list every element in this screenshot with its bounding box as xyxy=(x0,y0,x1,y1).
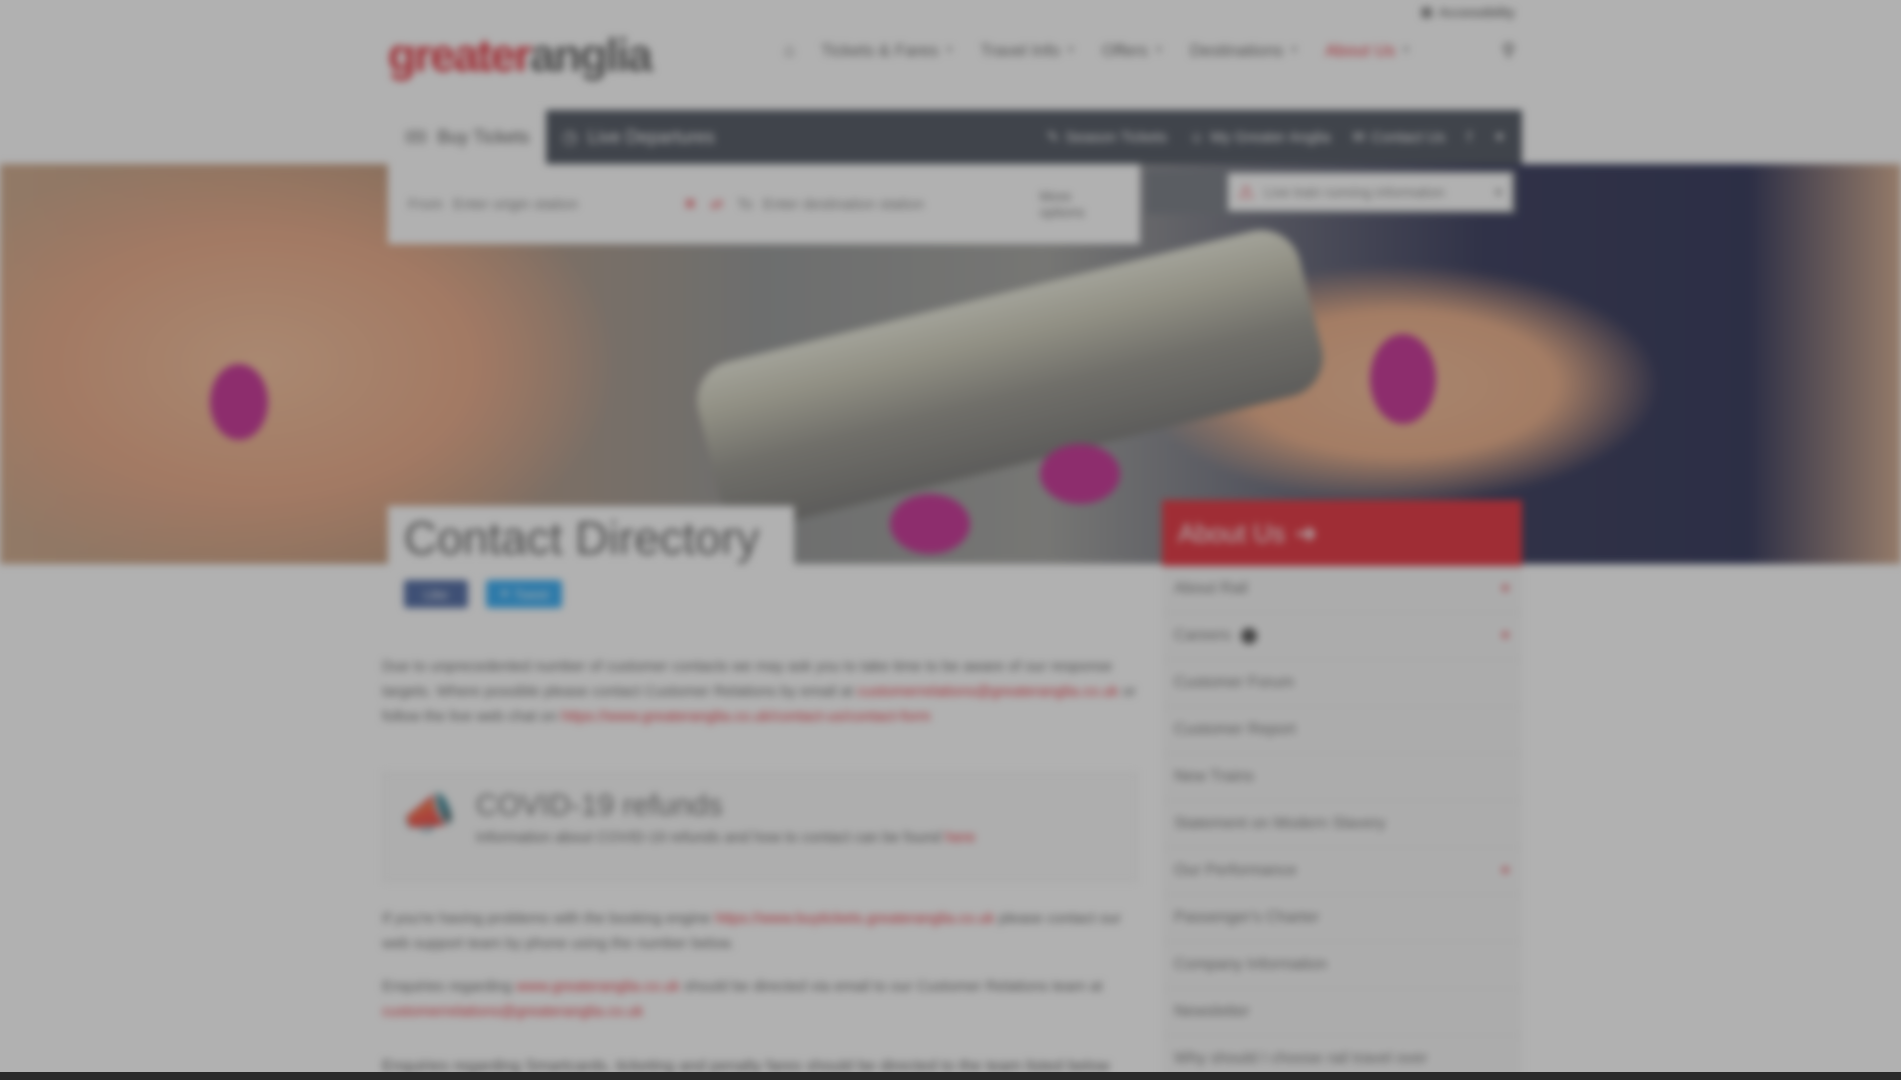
modal-overlay[interactable] xyxy=(0,0,1901,1080)
bottom-bar xyxy=(0,1072,1901,1080)
